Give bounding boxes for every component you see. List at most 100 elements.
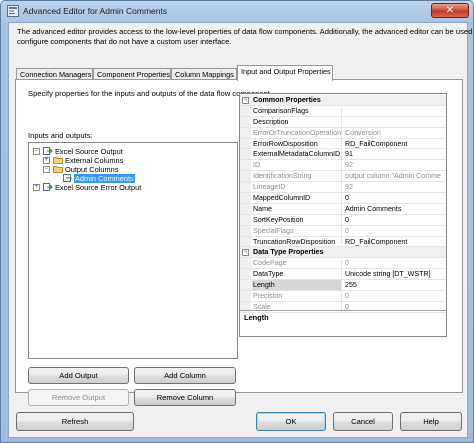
folder-open-icon bbox=[53, 166, 63, 173]
row-gutter bbox=[240, 258, 251, 269]
row-gutter bbox=[240, 116, 251, 127]
tree-node-admin-comments[interactable]: Admin Comments bbox=[63, 174, 233, 183]
property-value[interactable] bbox=[343, 117, 446, 127]
property-value: 0 bbox=[345, 259, 349, 268]
row-gutter bbox=[240, 182, 251, 193]
common-properties-group: ComparisonFlags Description ErrorOrTruncat… bbox=[240, 105, 446, 248]
ok-button[interactable]: OK bbox=[256, 412, 326, 431]
property-name: IdentificationString bbox=[252, 171, 342, 182]
property-row[interactable]: Precision 0 bbox=[240, 291, 446, 302]
property-value[interactable]: RD_FailComponent bbox=[343, 139, 446, 149]
row-gutter bbox=[240, 214, 251, 225]
collapse-icon[interactable]: − bbox=[242, 249, 249, 257]
description-line-1: The advanced editor provides access to t… bbox=[17, 27, 474, 36]
property-row[interactable]: SpecialFlags 0 bbox=[240, 225, 446, 237]
property-row[interactable]: ErrorOrTruncationOperation Conversion bbox=[240, 127, 446, 139]
collapse-icon[interactable]: − bbox=[43, 166, 50, 173]
property-row[interactable]: Scale 0 bbox=[240, 301, 446, 313]
property-row[interactable]: ErrorRowDisposition RD_FailComponent bbox=[240, 138, 446, 150]
row-gutter bbox=[240, 127, 251, 138]
expand-icon[interactable]: + bbox=[33, 184, 40, 191]
error-output-icon bbox=[43, 183, 53, 191]
property-value[interactable]: 91 bbox=[343, 149, 446, 159]
tree-node-label: Excel Source Error Output bbox=[55, 183, 142, 192]
property-name: Description bbox=[252, 116, 342, 127]
inputs-outputs-label: Inputs and outputs: bbox=[28, 131, 93, 140]
property-row[interactable]: LineageID 92 bbox=[240, 182, 446, 194]
tree-node-excel-source-output[interactable]: − Excel Source Output bbox=[33, 147, 233, 156]
property-value[interactable] bbox=[343, 106, 446, 116]
property-value[interactable]: 0 bbox=[343, 215, 446, 225]
property-name: ID bbox=[252, 160, 342, 171]
properties-rows: − Common Properties ComparisonFlags Descr… bbox=[240, 95, 446, 313]
property-row[interactable]: Length 255 bbox=[240, 280, 446, 292]
row-gutter bbox=[240, 236, 251, 247]
property-value[interactable]: RD_FailComponent bbox=[343, 237, 446, 247]
advanced-editor-window: Advanced Editor for Admin Comments ✕ The… bbox=[0, 0, 474, 443]
property-value: 92 bbox=[345, 183, 353, 192]
tree-node-label: External Columns bbox=[65, 156, 124, 165]
property-name: LineageID bbox=[252, 182, 342, 193]
panel-description: Specify properties for the inputs and ou… bbox=[28, 89, 272, 98]
property-value[interactable]: Unicode string [DT_WSTR] bbox=[343, 269, 446, 279]
property-value: 0 bbox=[345, 226, 349, 235]
category-data-type-properties[interactable]: − Data Type Properties bbox=[240, 247, 446, 259]
close-button[interactable]: ✕ bbox=[431, 3, 469, 18]
property-row[interactable]: TruncationRowDisposition RD_FailComponent bbox=[240, 236, 446, 248]
property-row[interactable]: IdentificationString output column "Admin… bbox=[240, 171, 446, 183]
add-column-button[interactable]: Add Column bbox=[134, 367, 236, 384]
row-gutter bbox=[240, 203, 251, 214]
property-description: Length bbox=[244, 313, 269, 322]
tree-node-output-columns[interactable]: − Output Columns bbox=[43, 165, 233, 174]
category-common-properties[interactable]: − Common Properties bbox=[240, 95, 446, 106]
property-name: CodePage bbox=[252, 258, 342, 269]
row-gutter bbox=[240, 138, 251, 149]
row-gutter bbox=[240, 160, 251, 171]
remove-output-button[interactable]: Remove Output bbox=[28, 389, 129, 406]
property-name: ExternalMetadataColumnID bbox=[253, 149, 342, 160]
property-row[interactable]: CodePage 0 bbox=[240, 258, 446, 270]
property-name: TruncationRowDisposition bbox=[252, 236, 342, 247]
inputs-outputs-tree[interactable]: − Excel Source Output + External Columns bbox=[28, 142, 238, 359]
property-value[interactable]: Admin Comments bbox=[343, 204, 446, 214]
property-row[interactable]: Description bbox=[240, 116, 446, 128]
property-row[interactable]: ExternalMetadataColumnID 91 bbox=[240, 149, 446, 161]
property-value[interactable]: 0 bbox=[343, 193, 446, 203]
property-name: SortKeyPosition bbox=[252, 214, 342, 225]
category-label: Data Type Properties bbox=[253, 248, 324, 257]
property-name: Name bbox=[252, 203, 342, 214]
property-row[interactable]: MappedColumnID 0 bbox=[240, 193, 446, 204]
property-row[interactable]: ComparisonFlags bbox=[240, 105, 446, 117]
description-line-2: configure components that do not have a … bbox=[17, 37, 232, 46]
row-gutter bbox=[240, 225, 251, 236]
property-row[interactable]: SortKeyPosition 0 bbox=[240, 214, 446, 226]
row-gutter bbox=[240, 149, 251, 160]
add-output-button[interactable]: Add Output bbox=[28, 367, 129, 384]
tree-node-external-columns[interactable]: + External Columns bbox=[43, 156, 233, 165]
collapse-icon[interactable]: − bbox=[33, 148, 40, 155]
property-value: Conversion bbox=[345, 128, 381, 137]
data-type-properties-group: CodePage 0 DataType Unicode string [DT_WSTR… bbox=[240, 258, 446, 313]
cancel-button[interactable]: Cancel bbox=[333, 412, 393, 431]
property-value[interactable]: 255 bbox=[343, 280, 446, 290]
expand-icon[interactable]: + bbox=[43, 157, 50, 164]
tree-node-excel-source-error-output[interactable]: + Excel Source Error Output bbox=[33, 183, 233, 192]
remove-column-button[interactable]: Remove Column bbox=[134, 389, 236, 406]
property-name: ErrorOrTruncationOperation bbox=[253, 127, 342, 138]
property-row[interactable]: Name Admin Comments bbox=[240, 203, 446, 215]
tab-input-output-properties[interactable]: Input and Output Properties bbox=[237, 65, 333, 81]
property-name: SpecialFlags bbox=[252, 225, 342, 236]
category-label: Common Properties bbox=[253, 96, 321, 104]
property-row[interactable]: ID 92 bbox=[240, 160, 446, 172]
properties-grid[interactable]: − Common Properties ComparisonFlags Descr… bbox=[239, 93, 447, 337]
title-bar[interactable]: Advanced Editor for Admin Comments ✕ bbox=[1, 1, 473, 21]
collapse-icon[interactable]: − bbox=[242, 97, 249, 104]
property-name: Precision bbox=[252, 291, 342, 301]
output-icon bbox=[43, 147, 53, 155]
refresh-button[interactable]: Refresh bbox=[16, 412, 134, 431]
help-button[interactable]: Help bbox=[400, 412, 462, 431]
property-value: 0 bbox=[345, 292, 349, 301]
row-gutter bbox=[240, 171, 251, 182]
property-row[interactable]: DataType Unicode string [DT_WSTR] bbox=[240, 269, 446, 281]
property-name: Length bbox=[252, 280, 342, 291]
